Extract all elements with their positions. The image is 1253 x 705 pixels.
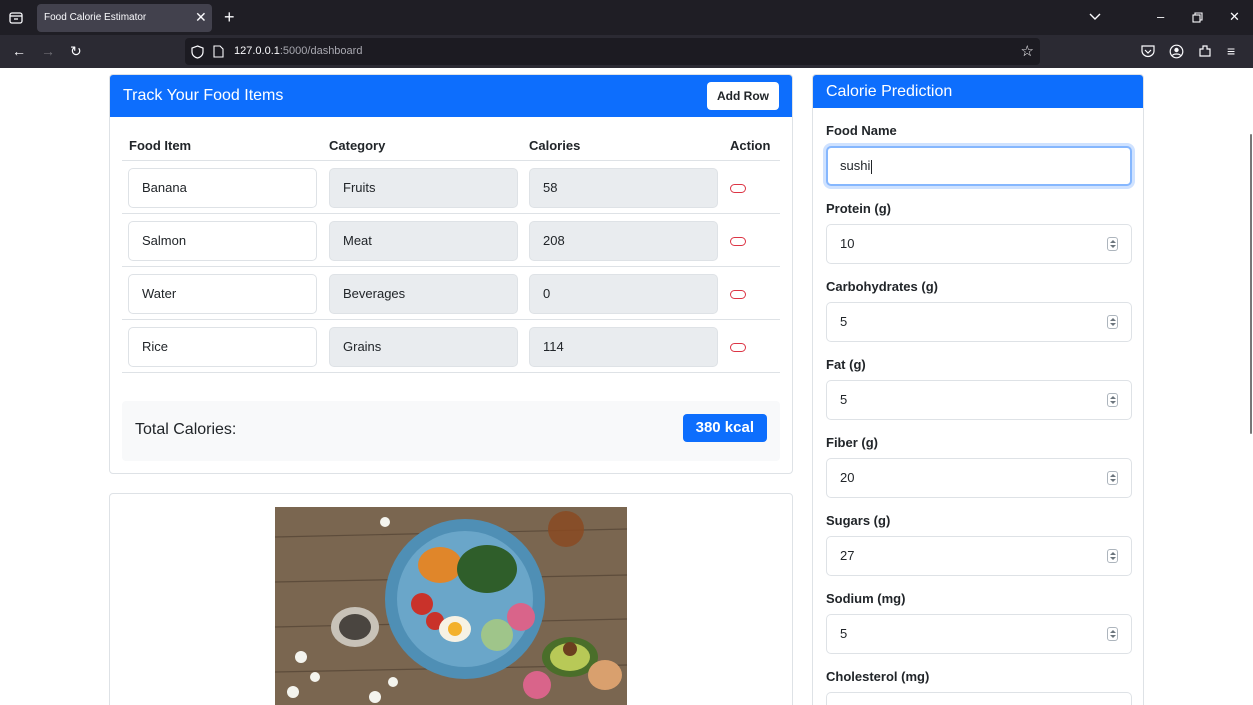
tracker-title: Track Your Food Items: [123, 87, 284, 104]
calorie-prediction-card: Calorie Prediction Food Name sushi Prote…: [812, 74, 1144, 705]
food-item-input[interactable]: Rice: [128, 327, 317, 367]
tab-title: Food Calorie Estimator: [44, 12, 147, 23]
table-divider: [122, 319, 780, 320]
number-spinner-icon[interactable]: [1107, 549, 1118, 563]
calories-field[interactable]: 58: [529, 168, 718, 208]
sodium-value: 5: [840, 626, 848, 641]
delete-row-button[interactable]: [730, 184, 746, 193]
table-divider: [122, 372, 780, 373]
delete-row-button[interactable]: [730, 290, 746, 299]
browser-nav-bar: ← → ↻ 127.0.0.1:5000/dashboard ☆ ≡: [0, 35, 1253, 68]
cholesterol-label: Cholesterol (mg): [826, 669, 930, 684]
fiber-value: 20: [840, 470, 855, 485]
page-content: Track Your Food Items Add Row Food Item …: [0, 68, 1253, 705]
cholesterol-input[interactable]: [826, 692, 1132, 705]
sugars-label: Sugars (g): [826, 513, 891, 528]
column-header-action: Action: [730, 138, 771, 153]
tracker-header: Track Your Food Items Add Row: [110, 75, 792, 117]
protein-label: Protein (g): [826, 201, 891, 216]
column-header-category: Category: [329, 138, 386, 153]
new-tab-icon[interactable]: +: [224, 8, 235, 26]
sodium-input[interactable]: 5: [826, 614, 1132, 654]
browser-tab-bar: Food Calorie Estimator ✕ + – ✕: [0, 0, 1253, 35]
sugars-input[interactable]: 27: [826, 536, 1132, 576]
food-item-input[interactable]: Banana: [128, 168, 317, 208]
url-text: 127.0.0.1:5000/dashboard: [234, 45, 362, 57]
shield-icon[interactable]: [191, 45, 204, 59]
delete-row-button[interactable]: [730, 237, 746, 246]
extensions-icon[interactable]: [1198, 44, 1212, 58]
category-field[interactable]: Meat: [329, 221, 518, 261]
food-name-label: Food Name: [826, 123, 897, 138]
carbohydrates-value: 5: [840, 314, 848, 329]
number-spinner-icon[interactable]: [1107, 315, 1118, 329]
tab-list-icon[interactable]: [8, 10, 24, 26]
text-cursor: [871, 159, 873, 174]
browser-tab-active[interactable]: Food Calorie Estimator ✕: [37, 4, 212, 32]
scrollbar[interactable]: [1249, 68, 1253, 705]
number-spinner-icon[interactable]: [1107, 237, 1118, 251]
fat-input[interactable]: 5: [826, 380, 1132, 420]
sugars-value: 27: [840, 548, 855, 563]
carbohydrates-input[interactable]: 5: [826, 302, 1132, 342]
url-host: 127.0.0.1: [234, 45, 280, 57]
delete-row-button[interactable]: [730, 343, 746, 352]
address-bar[interactable]: 127.0.0.1:5000/dashboard ☆: [185, 38, 1040, 65]
number-spinner-icon[interactable]: [1107, 471, 1118, 485]
protein-input[interactable]: 10: [826, 224, 1132, 264]
healthy-food-photo: [275, 507, 627, 705]
food-item-input[interactable]: Salmon: [128, 221, 317, 261]
fat-label: Fat (g): [826, 357, 866, 372]
close-tab-icon[interactable]: ✕: [195, 10, 207, 24]
calories-field[interactable]: 208: [529, 221, 718, 261]
number-spinner-icon[interactable]: [1107, 627, 1118, 641]
forward-icon[interactable]: →: [41, 43, 55, 59]
number-spinner-icon[interactable]: [1107, 393, 1118, 407]
scrollbar-thumb[interactable]: [1250, 134, 1252, 434]
page-info-icon[interactable]: [213, 45, 224, 58]
total-calories-label: Total Calories:: [135, 421, 237, 438]
prediction-title: Calorie Prediction: [826, 83, 953, 100]
food-image-card: [109, 493, 793, 705]
protein-value: 10: [840, 236, 855, 251]
total-calories-box: Total Calories: 380 kcal: [122, 401, 780, 461]
category-field[interactable]: Fruits: [329, 168, 518, 208]
fiber-label: Fiber (g): [826, 435, 878, 450]
calories-field[interactable]: 114: [529, 327, 718, 367]
close-window-icon[interactable]: ✕: [1229, 9, 1240, 25]
fiber-input[interactable]: 20: [826, 458, 1132, 498]
table-divider: [122, 213, 780, 214]
category-field[interactable]: Beverages: [329, 274, 518, 314]
table-divider: [122, 160, 780, 161]
food-name-value: sushi: [840, 158, 871, 173]
bookmark-star-icon[interactable]: ☆: [1021, 42, 1034, 60]
add-row-button[interactable]: Add Row: [707, 82, 779, 110]
calories-field[interactable]: 0: [529, 274, 718, 314]
sodium-label: Sodium (mg): [826, 591, 906, 606]
restore-icon[interactable]: [1192, 12, 1203, 23]
carbohydrates-label: Carbohydrates (g): [826, 279, 938, 294]
pocket-icon[interactable]: [1141, 44, 1155, 58]
column-header-calories: Calories: [529, 138, 581, 153]
list-all-tabs-icon[interactable]: [1089, 11, 1101, 23]
menu-icon[interactable]: ≡: [1227, 43, 1235, 59]
column-header-food: Food Item: [129, 138, 192, 153]
category-field[interactable]: Grains: [329, 327, 518, 367]
url-path: :5000/dashboard: [279, 45, 363, 57]
food-name-input[interactable]: sushi: [826, 146, 1132, 186]
total-calories-badge: 380 kcal: [682, 414, 767, 442]
minimize-icon[interactable]: –: [1157, 9, 1164, 25]
food-item-input[interactable]: Water: [128, 274, 317, 314]
account-icon[interactable]: [1169, 44, 1184, 59]
table-divider: [122, 266, 780, 267]
fat-value: 5: [840, 392, 848, 407]
prediction-header: Calorie Prediction: [813, 75, 1143, 108]
reload-icon[interactable]: ↻: [70, 43, 82, 59]
back-icon[interactable]: ←: [12, 43, 26, 59]
food-tracker-card: Track Your Food Items Add Row Food Item …: [109, 74, 793, 474]
